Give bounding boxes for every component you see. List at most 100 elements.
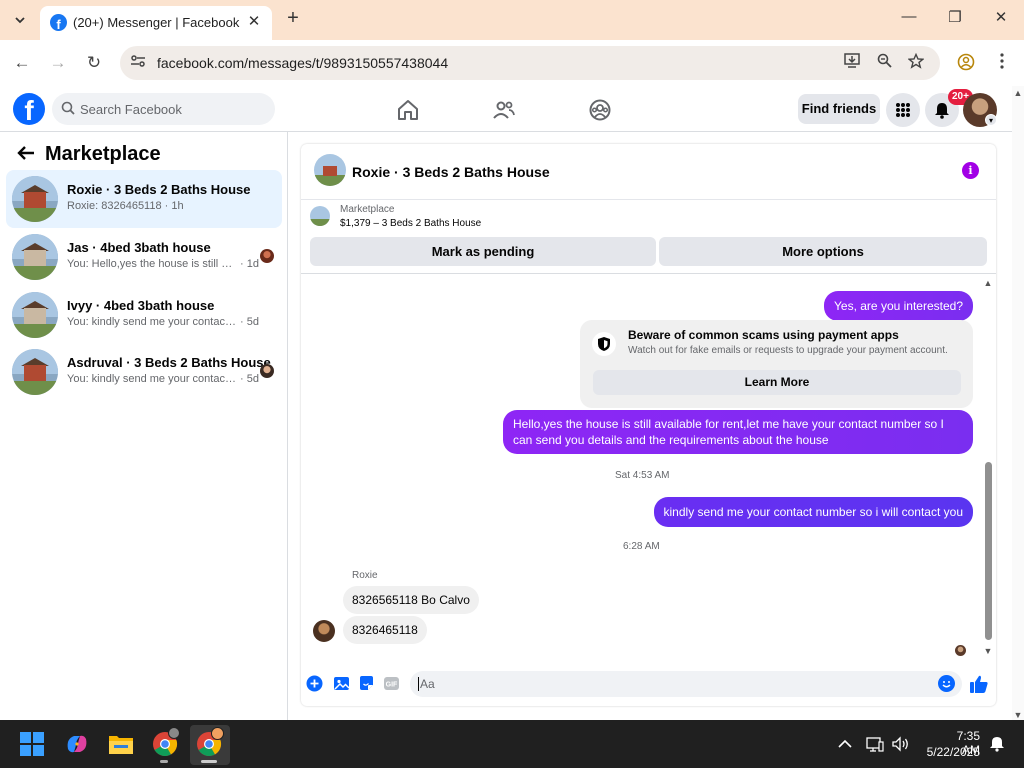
new-tab-button[interactable]: + [282, 8, 304, 30]
groups-icon[interactable] [588, 98, 612, 122]
tab-search-button[interactable] [8, 8, 32, 32]
listing-thumbnail [12, 292, 58, 338]
windows-start-icon[interactable] [20, 732, 44, 756]
scroll-up-icon[interactable]: ▲ [1012, 88, 1024, 98]
copilot-icon[interactable] [64, 731, 90, 757]
search-input[interactable]: Search Facebook [52, 93, 275, 125]
clock-date[interactable]: 5/22/2025 [919, 745, 980, 759]
message-input[interactable]: Aa [410, 671, 962, 697]
conversation-preview: You: kindly send me your contact number … [67, 316, 260, 328]
message-incoming: 8326465118 [343, 616, 427, 644]
text-caret [418, 677, 419, 691]
menu-grid-button[interactable] [886, 93, 920, 127]
back-button[interactable]: ← [10, 52, 34, 76]
conversation-name: Jas · 4bed 3bath house [67, 240, 211, 255]
running-indicator [160, 760, 168, 763]
browser-tab[interactable]: f (20+) Messenger | Facebook ✕ [40, 6, 272, 40]
conversation-item[interactable]: Jas · 4bed 3bath house You: Hello,yes th… [6, 228, 282, 286]
more-options-button[interactable]: More options [659, 237, 987, 266]
sender-name: Roxie [352, 570, 378, 581]
thumbs-up-icon[interactable] [969, 674, 989, 694]
chat-scrollbar-thumb[interactable] [985, 462, 992, 640]
chevron-down-icon[interactable]: ▾ [985, 114, 997, 126]
message-outgoing: Yes, are you interested? [824, 291, 973, 321]
tab-title: (20+) Messenger | Facebook [73, 15, 240, 30]
gif-icon[interactable]: GIF [383, 675, 400, 692]
facebook-logo[interactable]: f [13, 93, 45, 125]
listing-thumbnail [12, 176, 58, 222]
forward-button[interactable]: → [46, 52, 70, 76]
message-outgoing: Hello,yes the house is still available f… [503, 410, 973, 454]
listing-thumbnail [12, 349, 58, 395]
notification-bell-icon[interactable] [988, 736, 1006, 752]
info-icon[interactable]: i [962, 162, 979, 179]
chat-scroll-down-icon[interactable]: ▼ [982, 646, 994, 656]
grid-icon [896, 103, 910, 117]
listing-thumbnail [12, 234, 58, 280]
seen-avatar [260, 364, 274, 378]
photo-icon[interactable] [333, 675, 350, 692]
timestamp: Sat 4:53 AM [615, 470, 670, 481]
chat-scroll-up-icon[interactable]: ▲ [982, 278, 994, 288]
divider [301, 273, 996, 274]
sticker-icon[interactable] [358, 675, 375, 692]
search-placeholder: Search Facebook [80, 102, 182, 117]
chevron-up-icon[interactable] [836, 736, 854, 752]
bookmark-star-icon[interactable] [906, 52, 926, 73]
emoji-icon[interactable] [938, 675, 955, 692]
minimize-button[interactable]: — [894, 8, 924, 32]
file-explorer-icon[interactable] [108, 733, 134, 755]
message-incoming: 8326565118 Bo Calvo [343, 586, 479, 614]
shield-icon [592, 332, 616, 356]
reload-button[interactable]: ↻ [82, 52, 106, 76]
menu-icon[interactable] [992, 53, 1012, 73]
profile-icon[interactable] [956, 53, 976, 73]
conversation-item[interactable]: Ivyy · 4bed 3bath house You: kindly send… [6, 286, 282, 344]
learn-more-button[interactable]: Learn More [593, 370, 961, 395]
listing-mini-thumbnail [310, 206, 330, 226]
conversation-item[interactable]: Roxie · 3 Beds 2 Baths House Roxie: 8326… [6, 170, 282, 228]
chat-listing-thumbnail[interactable] [314, 154, 346, 186]
chrome-profile-badge [168, 727, 180, 739]
plus-circle-icon[interactable] [306, 675, 323, 692]
close-tab-icon[interactable]: ✕ [244, 12, 264, 30]
conversation-preview: Roxie: 8326465118 · 1h [67, 200, 184, 212]
close-window-button[interactable]: ✕ [986, 8, 1016, 32]
seen-avatar [955, 645, 966, 656]
page-scrollbar[interactable]: ▲ ▼ [1012, 86, 1024, 720]
back-arrow-icon[interactable] [14, 145, 38, 165]
find-friends-button[interactable]: Find friends [798, 94, 880, 124]
scroll-down-icon[interactable]: ▼ [1012, 710, 1024, 720]
volume-icon[interactable] [892, 736, 910, 752]
home-icon[interactable] [396, 98, 420, 122]
friends-icon[interactable] [492, 98, 516, 122]
conversation-name: Roxie · 3 Beds 2 Baths House [67, 182, 251, 197]
facebook-favicon-icon: f [50, 14, 67, 31]
install-app-icon[interactable] [842, 53, 862, 73]
chevron-down-icon [15, 16, 25, 23]
listing-price-title[interactable]: $1,379 – 3 Beds 2 Baths House [340, 218, 481, 229]
mark-as-pending-button[interactable]: Mark as pending [310, 237, 656, 266]
maximize-button[interactable]: ❐ [940, 8, 970, 32]
chat-title[interactable]: Roxie · 3 Beds 2 Baths House [352, 164, 550, 180]
site-settings-icon[interactable] [128, 53, 148, 73]
conversation-name: Asdruval · 3 Beds 2 Baths House [67, 355, 271, 370]
search-icon [61, 101, 75, 115]
conversation-preview: You: Hello,yes the house is still availa… [67, 258, 260, 270]
conversation-name: Ivyy · 4bed 3bath house [67, 298, 215, 313]
scam-warning-subtitle: Watch out for fake emails or requests to… [628, 345, 948, 356]
running-indicator [201, 760, 217, 763]
sender-avatar[interactable] [313, 620, 335, 642]
url-text[interactable]: facebook.com/messages/t/9893150557438044 [157, 55, 448, 71]
sidebar-title: Marketplace [45, 143, 161, 165]
timestamp: 6:28 AM [623, 541, 660, 552]
network-icon[interactable] [866, 736, 884, 752]
svg-text:GIF: GIF [386, 682, 398, 689]
conversation-item[interactable]: Asdruval · 3 Beds 2 Baths House You: kin… [6, 343, 282, 401]
seen-avatar [260, 249, 274, 263]
marketplace-label: Marketplace [340, 204, 395, 215]
scam-warning-title: Beware of common scams using payment app… [628, 328, 899, 342]
chrome-profile-badge [211, 727, 224, 740]
bell-icon [935, 102, 949, 119]
zoom-icon[interactable] [874, 53, 894, 73]
